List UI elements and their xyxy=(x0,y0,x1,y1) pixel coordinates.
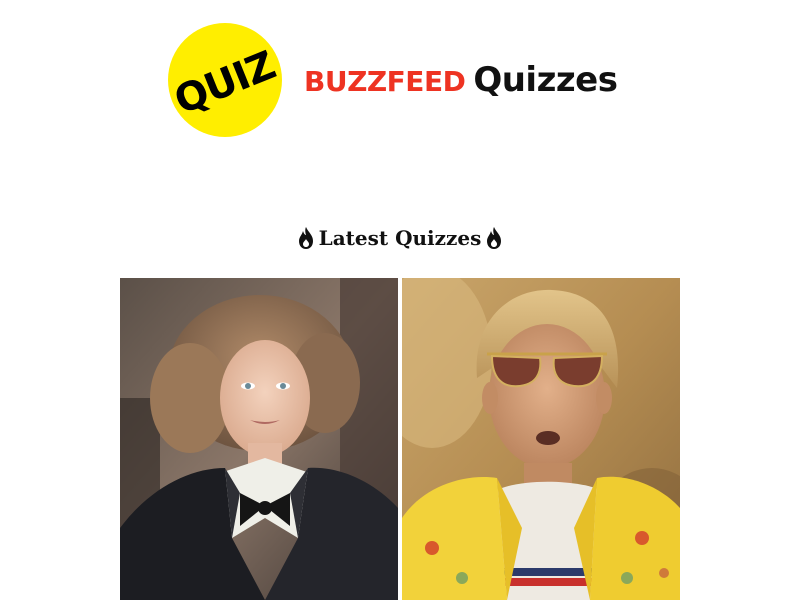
buzzfeed-wordmark: BuzzFeed xyxy=(304,65,466,98)
man-aviator-sunglasses-yellow-shirt-photo xyxy=(402,278,680,600)
page: QUIZ BuzzFeed Quizzes Latest Quizzes xyxy=(0,0,800,600)
quiz-thumbnail-1[interactable] xyxy=(120,278,398,600)
quiz-logo-text: QUIZ xyxy=(168,42,282,124)
quiz-thumbnail-grid xyxy=(120,278,680,600)
latest-quizzes-title: Latest Quizzes xyxy=(318,226,482,250)
quizzes-wordmark: Quizzes xyxy=(473,60,618,100)
flame-icon xyxy=(298,227,313,249)
site-header: QUIZ BuzzFeed Quizzes xyxy=(168,22,618,138)
quiz-thumbnail-2[interactable] xyxy=(402,278,680,600)
quiz-logo-badge[interactable]: QUIZ xyxy=(168,23,282,137)
brand-logo[interactable]: BuzzFeed Quizzes xyxy=(304,60,618,100)
woman-curly-hair-dark-coat-photo xyxy=(120,278,398,600)
flame-icon xyxy=(487,227,502,249)
latest-quizzes-heading: Latest Quizzes xyxy=(0,226,800,250)
